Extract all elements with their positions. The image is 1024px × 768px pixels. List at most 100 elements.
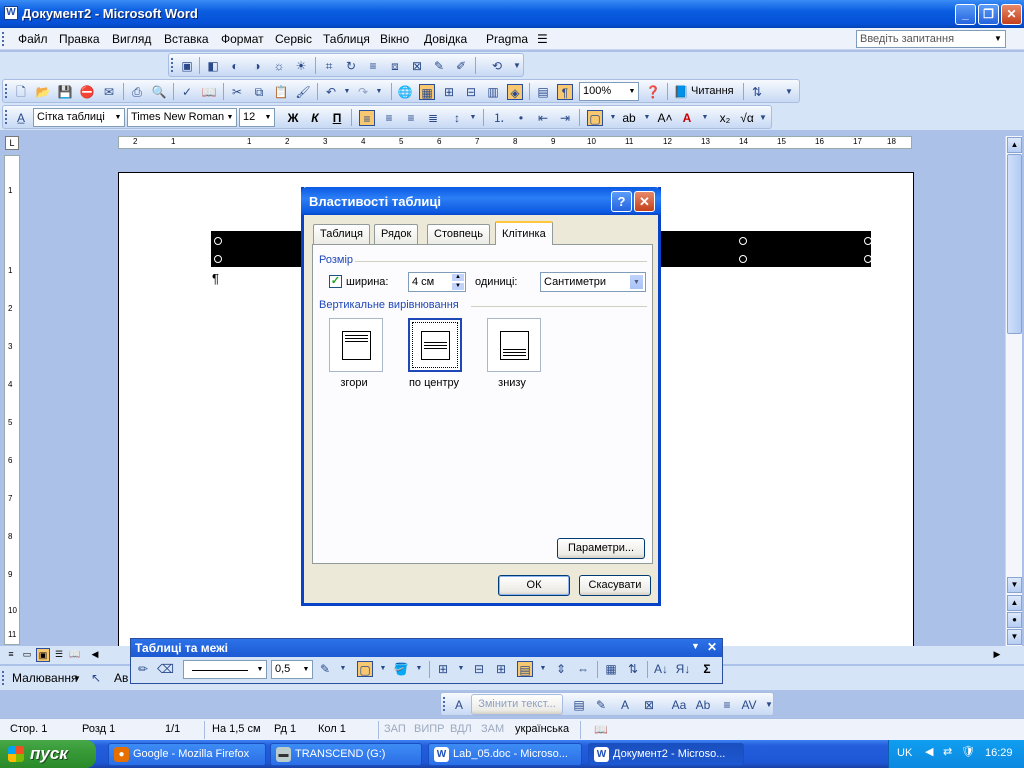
align-right-icon[interactable]: ≡ [403,110,419,126]
borders-icon[interactable]: ▢ [587,110,603,126]
menu-format[interactable]: Формат [221,32,264,46]
wordart-alignment-icon[interactable]: ≡ [719,697,735,713]
previous-page-icon[interactable]: ▲ [1007,595,1022,611]
status-record[interactable]: ЗАП [384,723,406,735]
bullets-icon[interactable]: • [513,110,529,126]
drawing-icon[interactable]: ◈ [507,84,523,100]
text-wrap-icon[interactable]: ⊠ [409,58,425,74]
undo-dropdown-icon[interactable]: ▼ [339,84,355,100]
spin-down-icon[interactable]: ▼ [451,282,465,291]
line-style-select[interactable]: ▼ [183,660,267,679]
distribute-rows-icon[interactable]: ⇕ [553,661,569,677]
menu-file[interactable]: Файл [18,32,48,46]
font-color-icon[interactable]: A [679,110,695,126]
valign-center-button[interactable] [408,318,462,372]
show-hide-paragraph-icon[interactable]: ¶ [557,84,573,100]
outside-border-icon[interactable]: ▢ [357,661,373,677]
menu-table[interactable]: Таблиця [323,32,370,46]
wordart-shape-icon[interactable]: A [617,697,633,713]
menu-pragma[interactable]: Pragma [486,32,528,46]
grow-font-icon[interactable]: A˄ [657,110,673,126]
clock[interactable]: 16:29 [985,747,1013,759]
reading-view-icon[interactable]: 📖 [68,648,82,662]
valign-bottom-label[interactable]: знизу [477,377,547,389]
dialog-close-button[interactable]: ✕ [634,191,655,212]
chevron-down-icon[interactable]: ▼ [300,661,312,678]
status-extend[interactable]: ВДЛ [450,723,472,735]
decrease-indent-icon[interactable]: ⇤ [535,110,551,126]
toolbar-options-icon[interactable]: ▼ [691,641,700,651]
toolbar-grip[interactable] [443,697,446,711]
insert-table-icon[interactable]: ⊞ [435,661,451,677]
shading-color-icon[interactable]: 🪣 [393,661,409,677]
character-spacing-icon[interactable]: AV [741,697,757,713]
crop-icon[interactable]: ⌗ [321,58,337,74]
start-button[interactable]: пуск [0,740,96,768]
menu-window[interactable]: Вікно [380,32,409,46]
chevron-down-icon[interactable]: ▼ [262,109,274,126]
help-icon[interactable]: ❓ [645,84,661,100]
reading-label[interactable]: Читання [691,85,734,97]
menu-insert[interactable]: Вставка [164,32,209,46]
select-objects-icon[interactable]: ↖ [88,670,104,686]
underline-button[interactable]: П [329,110,345,126]
normal-view-icon[interactable]: ≡ [4,648,18,662]
taskbar-document2[interactable]: W Документ2 - Microso... [588,743,744,766]
email-icon[interactable]: ✉ [101,84,117,100]
close-button[interactable]: ✕ [1001,4,1022,25]
security-icon[interactable]: 🛡 [961,745,975,758]
tables-borders-title-bar[interactable]: Таблиці та межі ▼ ✕ [131,639,722,657]
help-question-input[interactable]: Введіть запитання ▼ [856,30,1006,48]
taskbar-firefox[interactable]: ● Google - Mozilla Firefox [108,743,266,766]
taskbar-transcend[interactable]: ▬ TRANSCEND (G:) [270,743,422,766]
rotate-icon[interactable]: ↻ [343,58,359,74]
status-language[interactable]: українська [515,723,569,735]
print-view-icon[interactable]: ▣ [36,648,50,662]
vertical-scrollbar[interactable]: ▲ ▼ ▲ ● ▼ [1005,136,1022,648]
chevron-down-icon[interactable]: ▼ [629,274,644,290]
chevron-down-icon[interactable]: ▼ [639,110,655,126]
spelling-status-icon[interactable]: 📖 [594,723,608,736]
table-autoformat-icon[interactable]: ▦ [603,661,619,677]
chevron-down-icon[interactable]: ▼ [112,109,124,126]
options-button[interactable]: Параметри... [557,538,645,559]
distribute-columns-icon[interactable]: ⇔ [575,661,591,677]
toolbar-options-icon[interactable]: ▼ [761,697,777,713]
eraser-icon[interactable]: ⌫ [157,661,174,677]
vertical-ruler[interactable]: 1 1 2 3 4 5 6 7 8 9 10 11 [4,155,20,645]
autosum-icon[interactable]: Σ [699,661,715,677]
insert-excel-icon[interactable]: ⊟ [463,84,479,100]
border-color-icon[interactable]: ✎ [317,661,333,677]
network-icon[interactable]: ⇄ [943,745,952,758]
scroll-up-icon[interactable]: ▲ [1007,137,1022,153]
columns-icon[interactable]: ▥ [485,84,501,100]
toolbar-grip[interactable] [5,110,8,124]
hyperlink-icon[interactable]: 🌐 [397,84,413,100]
image-control-icon[interactable]: ◧ [205,58,221,74]
style-select[interactable]: Сітка таблиці ▼ [33,108,125,127]
insert-wordart-icon[interactable]: A [451,697,467,713]
close-icon[interactable]: ✕ [707,640,717,654]
outline-view-icon[interactable]: ☰ [52,648,66,662]
chevron-down-icon[interactable]: ▼ [335,661,351,677]
width-checkbox[interactable]: ✓ [329,275,342,288]
brightness-icon[interactable]: ◑ [249,58,265,74]
taskbar-lab05[interactable]: W Lab_05.doc - Microso... [428,743,582,766]
word-app-icon[interactable]: W [4,6,18,20]
format-wordart-icon[interactable]: ✎ [593,697,609,713]
align-center-icon[interactable]: ≡ [381,110,397,126]
restore-button[interactable]: ❐ [978,4,999,25]
dialog-help-button[interactable]: ? [611,191,632,212]
tab-selector-icon[interactable]: L [5,136,19,150]
chevron-down-icon[interactable]: ▼ [453,661,469,677]
italic-button[interactable]: К [307,110,323,126]
format-painter-icon[interactable]: 🖌 [295,84,311,100]
toolbar-options-icon[interactable]: ▼ [755,110,771,126]
justify-icon[interactable]: ≣ [425,110,441,126]
toolbar-grip[interactable] [171,58,174,72]
vertical-text-icon[interactable]: Ab [695,697,711,713]
wordart-gallery-icon[interactable]: ▤ [571,697,587,713]
chevron-down-icon[interactable]: ▼ [991,31,1005,47]
transparent-color-icon[interactable]: ✐ [453,58,469,74]
sort-descending-icon[interactable]: Я↓ [675,661,691,677]
